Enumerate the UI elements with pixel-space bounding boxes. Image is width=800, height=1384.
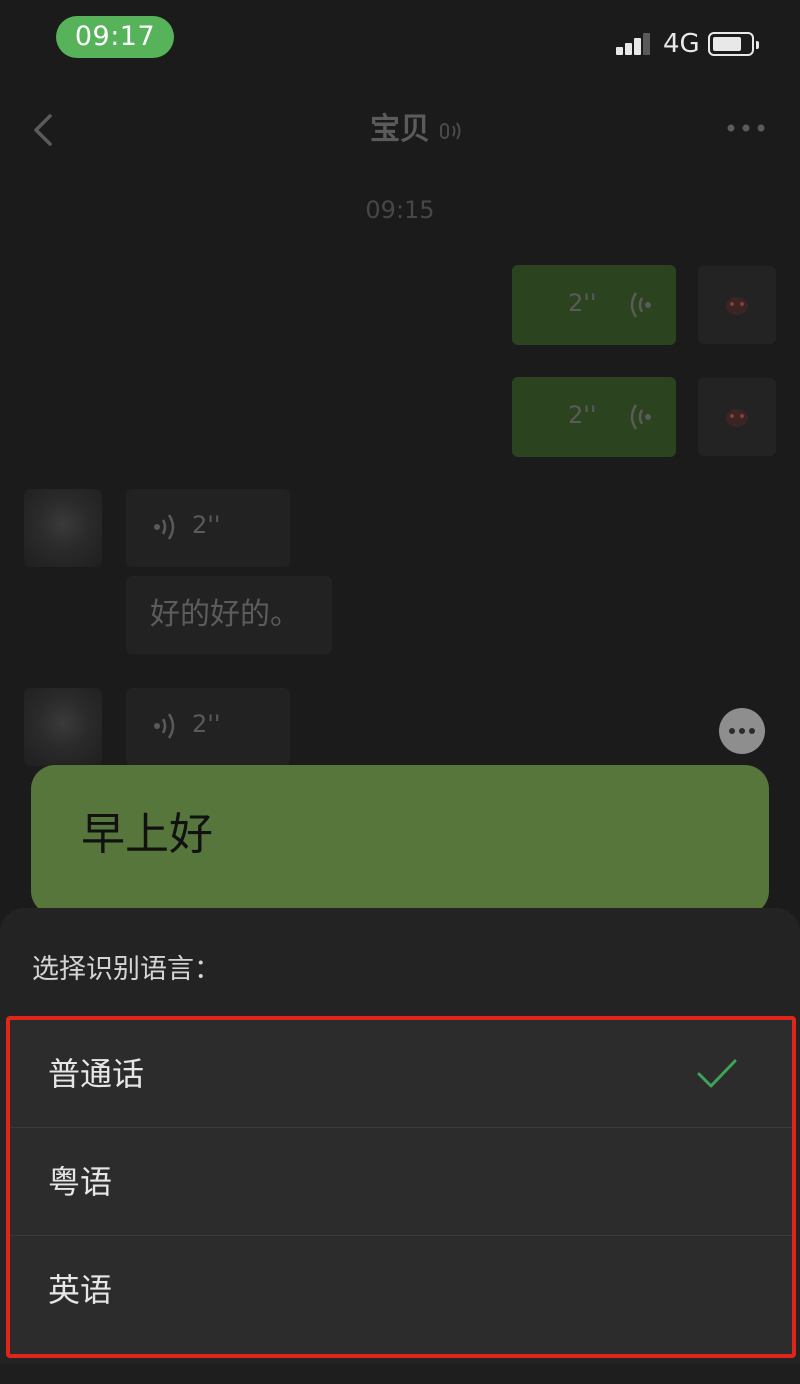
voice-wave-icon bbox=[154, 713, 175, 739]
voice-duration: 2'' bbox=[568, 401, 597, 429]
language-option-label: 普通话 bbox=[48, 1055, 145, 1093]
transcription-text: 早上好 bbox=[81, 809, 213, 860]
status-time[interactable]: 09:17 bbox=[56, 16, 174, 58]
voice-duration: 2'' bbox=[192, 511, 221, 539]
language-option-label: 粤语 bbox=[48, 1163, 113, 1201]
voice-message-bubble[interactable]: 2'' bbox=[512, 265, 676, 345]
voice-wave-icon bbox=[630, 292, 651, 318]
contact-avatar[interactable] bbox=[24, 688, 102, 766]
voice-duration: 2'' bbox=[568, 289, 597, 317]
sheet-title: 选择识别语言： bbox=[32, 954, 221, 985]
transcription-options-button[interactable] bbox=[719, 708, 765, 754]
language-options-list: 普通话 粤语 英语 bbox=[6, 1016, 796, 1358]
my-avatar[interactable] bbox=[698, 266, 776, 344]
my-avatar[interactable] bbox=[698, 378, 776, 456]
more-options-icon[interactable] bbox=[726, 116, 766, 140]
text-message-bubble[interactable]: 好的好的。 bbox=[126, 576, 332, 654]
ellipsis-icon bbox=[729, 728, 755, 734]
contact-avatar[interactable] bbox=[24, 489, 102, 567]
language-option-english[interactable]: 英语 bbox=[10, 1236, 792, 1344]
battery-icon bbox=[708, 32, 759, 56]
status-bar: 09:17 4G bbox=[0, 0, 800, 80]
language-selection-sheet: 选择识别语言： 普通话 粤语 英语 bbox=[0, 908, 800, 1384]
language-option-mandarin[interactable]: 普通话 bbox=[10, 1020, 792, 1128]
language-option-label: 英语 bbox=[48, 1271, 113, 1309]
chat-title: 宝贝 bbox=[370, 112, 430, 147]
voice-message-bubble[interactable]: 2'' bbox=[126, 688, 290, 766]
checkmark-icon bbox=[697, 1059, 737, 1088]
language-option-cantonese[interactable]: 粤语 bbox=[10, 1128, 792, 1236]
chat-timestamp: 09:15 bbox=[365, 196, 435, 224]
transcription-bubble[interactable]: 早上好 bbox=[31, 765, 769, 915]
chat-header: 宝贝 bbox=[0, 90, 800, 170]
voice-mode-icon bbox=[440, 122, 461, 140]
voice-duration: 2'' bbox=[192, 710, 221, 738]
cellular-signal-icon bbox=[616, 33, 656, 55]
voice-message-bubble[interactable]: 2'' bbox=[512, 377, 676, 457]
voice-wave-icon bbox=[630, 404, 651, 430]
avatar-face-icon bbox=[726, 297, 748, 315]
network-type: 4G bbox=[663, 29, 700, 59]
avatar-face-icon bbox=[726, 409, 748, 427]
voice-wave-icon bbox=[154, 514, 175, 540]
home-indicator-area bbox=[0, 1364, 800, 1384]
voice-message-bubble[interactable]: 2'' bbox=[126, 489, 290, 567]
